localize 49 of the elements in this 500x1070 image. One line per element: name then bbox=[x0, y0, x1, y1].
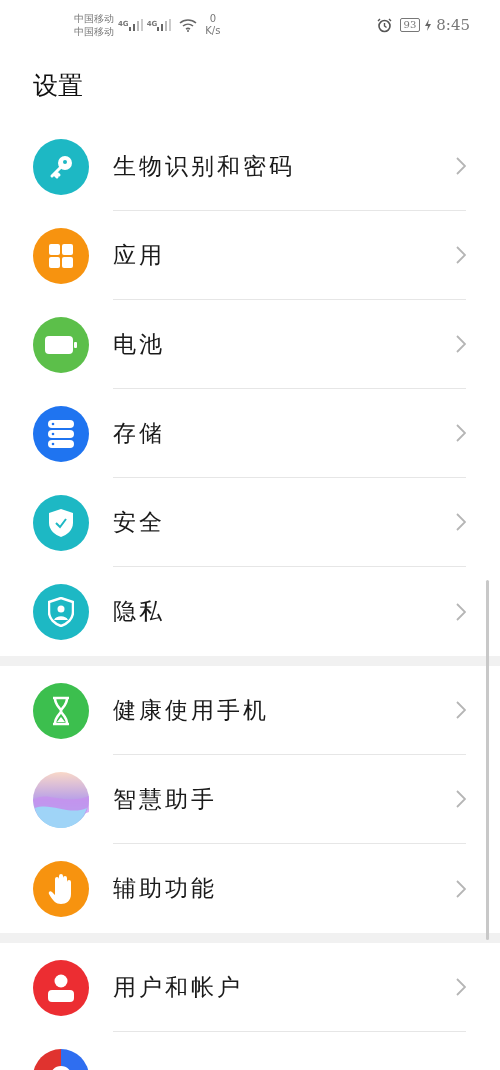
carrier-name: 中国移动 bbox=[74, 25, 114, 38]
settings-row[interactable]: 安全 bbox=[0, 478, 500, 567]
settings-row[interactable]: 健康使用手机 bbox=[0, 666, 500, 755]
shield-person-icon bbox=[48, 596, 74, 627]
row-label: 用户和帐户 bbox=[113, 972, 244, 1002]
hourglass-icon bbox=[50, 695, 72, 726]
signal-icon bbox=[157, 19, 172, 31]
wifi-icon bbox=[179, 18, 198, 32]
settings-row[interactable]: 电池 bbox=[0, 300, 500, 389]
signal-icon bbox=[128, 19, 143, 31]
settings-row[interactable]: 生物识别和密码 bbox=[0, 122, 500, 211]
battery-icon bbox=[45, 335, 77, 354]
speed-unit: K/s bbox=[205, 25, 221, 37]
row-label: 应用 bbox=[113, 240, 166, 270]
chevron-right-icon bbox=[456, 879, 466, 898]
charging-icon bbox=[424, 19, 433, 31]
row-label: 健康使用手机 bbox=[113, 695, 270, 725]
clock: 8:45 bbox=[436, 14, 470, 36]
settings-row[interactable]: 智慧助手 bbox=[0, 755, 500, 844]
carrier-name: 中国移动 bbox=[74, 12, 114, 25]
settings-row[interactable]: 用户和帐户 bbox=[0, 943, 500, 1032]
row-label: 辅助功能 bbox=[113, 874, 218, 904]
settings-row[interactable]: 存储 bbox=[0, 389, 500, 478]
person-icon bbox=[48, 973, 74, 1002]
row-label: 安全 bbox=[113, 507, 166, 537]
page-title: 设置 bbox=[33, 70, 83, 103]
chevron-right-icon bbox=[456, 513, 466, 531]
speed-value: 0 bbox=[209, 13, 216, 25]
battery-level: 93 bbox=[399, 18, 421, 32]
alarm-icon bbox=[376, 17, 392, 33]
chevron-right-icon bbox=[456, 424, 466, 442]
settings-row[interactable]: 应用 bbox=[0, 211, 500, 300]
storage-icon bbox=[48, 419, 74, 448]
row-label: 存储 bbox=[113, 418, 166, 448]
row-label: 生物识别和密码 bbox=[113, 151, 296, 181]
chevron-right-icon bbox=[456, 701, 466, 719]
shield-check-icon bbox=[49, 508, 73, 537]
chevron-right-icon bbox=[456, 978, 466, 996]
chevron-right-icon bbox=[456, 157, 466, 175]
settings-row[interactable]: 隐私 bbox=[0, 567, 500, 656]
chevron-right-icon bbox=[456, 790, 466, 808]
chevron-right-icon bbox=[456, 335, 466, 353]
chevron-right-icon bbox=[456, 246, 466, 264]
row-label: 隐私 bbox=[113, 597, 166, 627]
settings-row[interactable]: 辅助功能 bbox=[0, 844, 500, 933]
grid-icon bbox=[48, 242, 74, 269]
row-label: 智慧助手 bbox=[113, 784, 218, 814]
row-label: 电池 bbox=[113, 329, 166, 359]
chevron-right-icon bbox=[456, 602, 466, 621]
